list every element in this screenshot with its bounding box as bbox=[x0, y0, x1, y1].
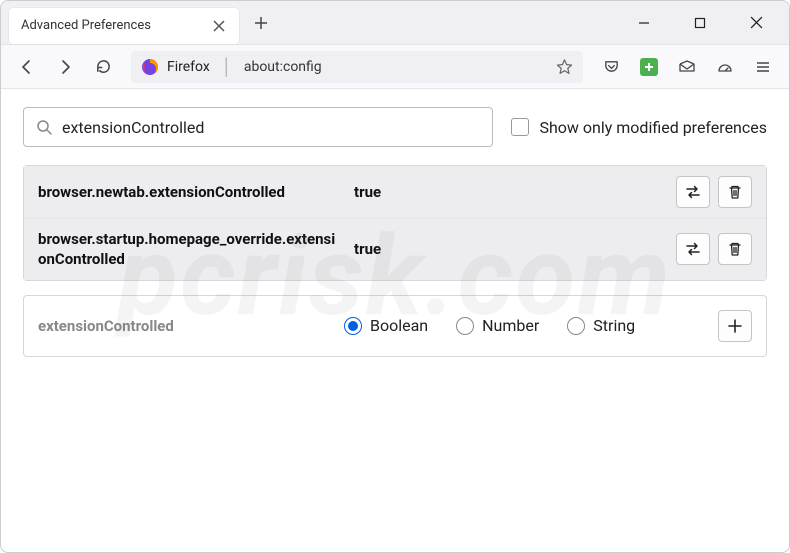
dashboard-icon[interactable] bbox=[709, 51, 741, 83]
close-window-button[interactable] bbox=[737, 7, 775, 39]
radio-label: Number bbox=[482, 316, 539, 335]
about-config-content: Show only modified preferences browser.n… bbox=[1, 89, 789, 375]
titlebar: Advanced Preferences bbox=[1, 1, 789, 45]
urlbar-separator: │ bbox=[222, 57, 232, 77]
delete-button[interactable] bbox=[718, 176, 752, 208]
type-radio-group: Boolean Number String bbox=[344, 316, 702, 335]
toggle-button[interactable] bbox=[676, 233, 710, 265]
preference-row: browser.newtab.extensionControlled true bbox=[24, 166, 766, 219]
search-icon bbox=[36, 119, 52, 135]
show-modified-checkbox-wrap[interactable]: Show only modified preferences bbox=[511, 118, 767, 137]
radio-label: String bbox=[593, 316, 635, 335]
pocket-icon[interactable] bbox=[595, 51, 627, 83]
menu-button[interactable] bbox=[747, 51, 779, 83]
preference-list: browser.newtab.extensionControlled true … bbox=[23, 165, 767, 281]
radio-boolean[interactable]: Boolean bbox=[344, 316, 428, 335]
toggle-button[interactable] bbox=[676, 176, 710, 208]
delete-button[interactable] bbox=[718, 233, 752, 265]
preference-value: true bbox=[354, 183, 660, 201]
row-actions bbox=[676, 233, 752, 265]
preference-row: browser.startup.homepage_override.extens… bbox=[24, 219, 766, 280]
radio-button[interactable] bbox=[344, 317, 362, 335]
firefox-logo-icon bbox=[141, 58, 159, 76]
back-button[interactable] bbox=[11, 51, 43, 83]
radio-number[interactable]: Number bbox=[456, 316, 539, 335]
extension-icon[interactable] bbox=[633, 51, 665, 83]
show-modified-checkbox[interactable] bbox=[511, 118, 529, 136]
search-row: Show only modified preferences bbox=[23, 107, 767, 147]
minimize-button[interactable] bbox=[625, 7, 663, 39]
radio-label: Boolean bbox=[370, 316, 428, 335]
search-input[interactable] bbox=[62, 118, 480, 137]
new-tab-button[interactable] bbox=[247, 9, 275, 37]
close-tab-button[interactable] bbox=[211, 18, 227, 34]
new-preference-row: extensionControlled Boolean Number Strin… bbox=[23, 295, 767, 357]
inbox-icon[interactable] bbox=[671, 51, 703, 83]
url-bar[interactable]: Firefox │ about:config bbox=[131, 51, 583, 83]
browser-window: Advanced Preferences bbox=[0, 0, 790, 553]
forward-button[interactable] bbox=[49, 51, 81, 83]
window-controls bbox=[625, 7, 781, 39]
radio-button[interactable] bbox=[456, 317, 474, 335]
new-preference-name: extensionControlled bbox=[38, 317, 328, 335]
urlbar-url: about:config bbox=[244, 59, 548, 75]
add-preference-button[interactable] bbox=[718, 310, 752, 342]
preference-value: true bbox=[354, 240, 660, 258]
tab-title: Advanced Preferences bbox=[21, 18, 201, 33]
radio-string[interactable]: String bbox=[567, 316, 635, 335]
row-actions bbox=[676, 176, 752, 208]
preference-name: browser.newtab.extensionControlled bbox=[38, 182, 338, 202]
radio-button[interactable] bbox=[567, 317, 585, 335]
browser-tab[interactable]: Advanced Preferences bbox=[9, 8, 239, 44]
search-box[interactable] bbox=[23, 107, 493, 147]
preference-name: browser.startup.homepage_override.extens… bbox=[38, 229, 338, 270]
toolbar: Firefox │ about:config bbox=[1, 45, 789, 89]
show-modified-label: Show only modified preferences bbox=[539, 118, 767, 137]
bookmark-star-icon[interactable] bbox=[556, 58, 573, 75]
urlbar-identity-label: Firefox bbox=[167, 59, 210, 75]
reload-button[interactable] bbox=[87, 51, 119, 83]
maximize-button[interactable] bbox=[681, 7, 719, 39]
